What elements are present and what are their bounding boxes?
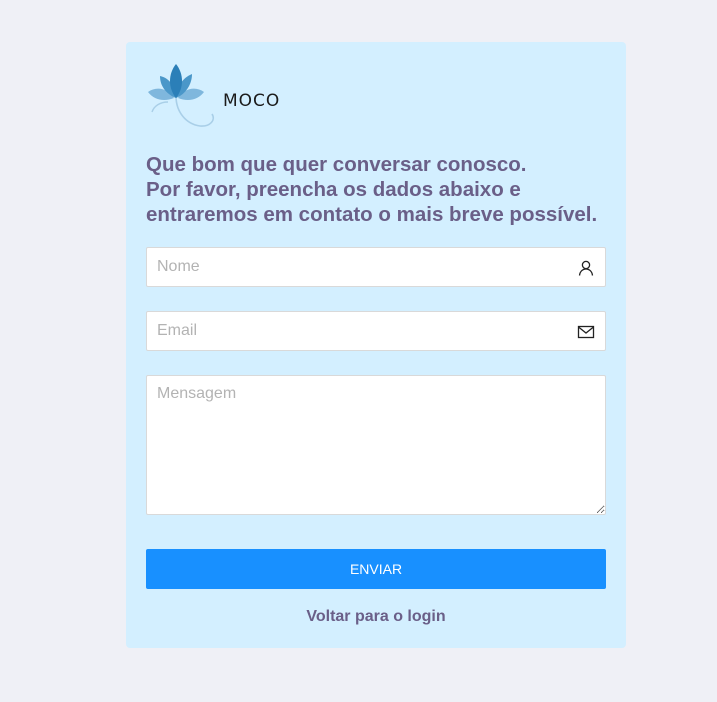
- email-field: [146, 311, 606, 351]
- name-field: [146, 247, 606, 287]
- email-input[interactable]: [147, 312, 567, 350]
- lotus-flower-icon: [148, 64, 215, 127]
- heading-line-2: Por favor, preencha os dados abaixo e: [146, 178, 521, 201]
- heading-line-3: entraremos em contato o mais breve possí…: [146, 203, 598, 226]
- user-icon: [578, 260, 594, 276]
- message-textarea[interactable]: [146, 375, 606, 515]
- mail-icon: [577, 325, 595, 339]
- contact-card: MOCO Que bom que quer conversar conosco.…: [126, 42, 626, 648]
- name-input[interactable]: [147, 248, 567, 286]
- heading-line-1: Que bom que quer conversar conosco.: [146, 153, 527, 176]
- submit-button[interactable]: ENVIAR: [146, 549, 606, 589]
- logo-text: MOCO: [223, 91, 281, 111]
- page-heading: Que bom que quer conversar conosco. Por …: [146, 152, 616, 227]
- logo: MOCO: [146, 62, 279, 130]
- back-to-login-link[interactable]: Voltar para o login: [146, 608, 606, 626]
